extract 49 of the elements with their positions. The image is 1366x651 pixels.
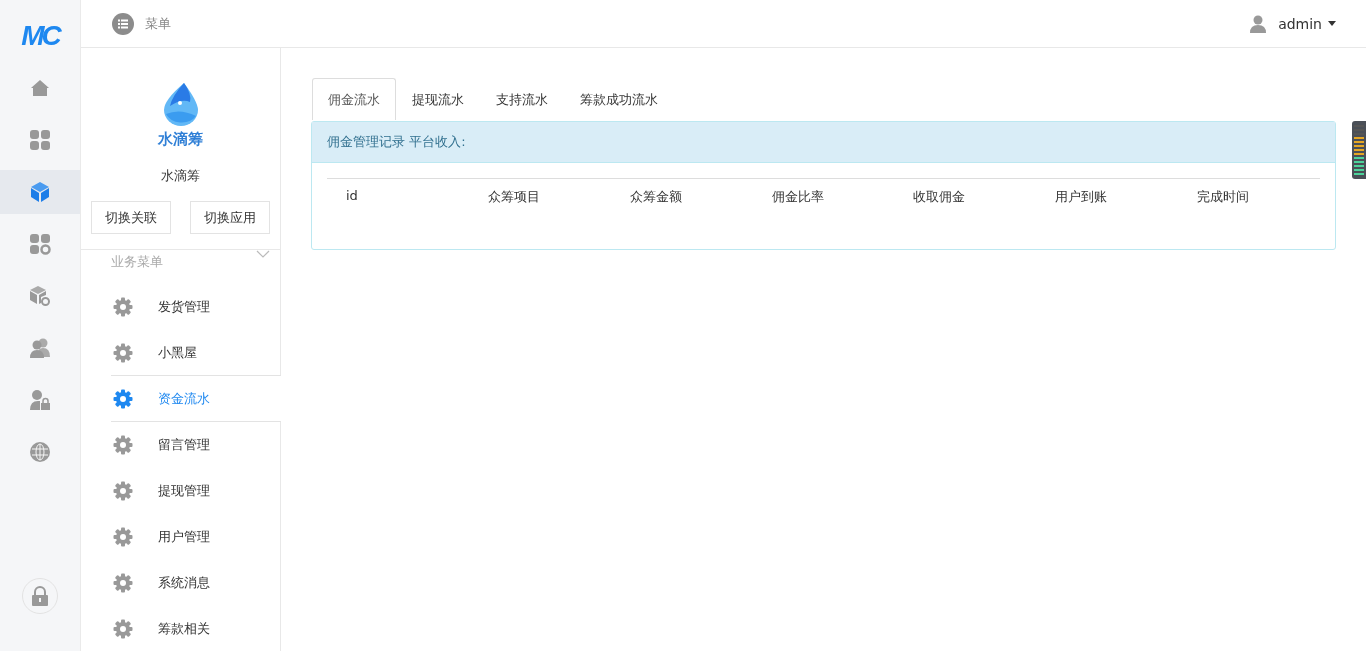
- app-name: 水滴筹: [160, 167, 201, 185]
- water-drop-icon: [161, 82, 200, 126]
- menu-item[interactable]: 提现管理: [111, 467, 280, 514]
- menu-icon[interactable]: [112, 12, 134, 35]
- menu-item[interactable]: 资金流水: [111, 375, 281, 422]
- column-header: 收取佣金: [912, 188, 967, 206]
- menu-item[interactable]: 筹款相关: [111, 605, 280, 651]
- gear-icon: [113, 526, 133, 547]
- users-icon: [29, 337, 51, 359]
- menu-item[interactable]: 小黑屋: [111, 329, 280, 376]
- brand-logo: MC: [21, 22, 59, 50]
- rail-item[interactable]: [0, 170, 80, 214]
- menu-item[interactable]: 系统消息: [111, 559, 280, 606]
- gear-icon: [113, 434, 133, 455]
- user-menu[interactable]: admin: [1250, 14, 1336, 33]
- gear-icon: [113, 572, 133, 593]
- caret-icon: [1328, 21, 1336, 26]
- chevron-icon: [256, 250, 270, 258]
- grid-icon: [29, 129, 51, 151]
- lock-icon: [31, 586, 49, 606]
- column-header: id: [345, 188, 359, 205]
- column-header: 完成时间: [1196, 188, 1251, 206]
- menu-label[interactable]: 菜单: [145, 14, 171, 33]
- user-icon: [1250, 14, 1267, 33]
- menu-item[interactable]: 发货管理: [111, 283, 280, 330]
- column-header: 众筹金额: [628, 188, 683, 206]
- app-logo: 水滴筹: [158, 82, 203, 149]
- column-header: 众筹项目: [486, 188, 541, 206]
- gear-icon: [113, 480, 133, 501]
- gear-icon: [113, 296, 133, 317]
- user-lock-icon: [29, 389, 51, 411]
- panel-heading: 佣金管理记录 平台收入:: [312, 122, 1335, 163]
- column-header: 佣金比率: [770, 188, 825, 206]
- gear-icon: [113, 342, 133, 363]
- globe-icon: [29, 441, 51, 463]
- tab[interactable]: 佣金流水: [312, 78, 396, 120]
- gear-icon: [113, 388, 133, 409]
- home-icon: [29, 77, 51, 99]
- lock-button[interactable]: [22, 578, 58, 614]
- level-meter-drawing: [1352, 121, 1366, 179]
- switch-button[interactable]: 切换应用: [190, 201, 270, 234]
- grid-gear-icon: [29, 233, 51, 255]
- cube-icon: [29, 181, 51, 203]
- column-header: 用户到账: [1054, 188, 1109, 206]
- menu-item[interactable]: 留言管理: [111, 421, 280, 468]
- gear-icon: [113, 618, 133, 639]
- switch-button[interactable]: 切换关联: [91, 201, 171, 234]
- box-gear-icon: [29, 285, 51, 307]
- menu-item[interactable]: 用户管理: [111, 513, 280, 560]
